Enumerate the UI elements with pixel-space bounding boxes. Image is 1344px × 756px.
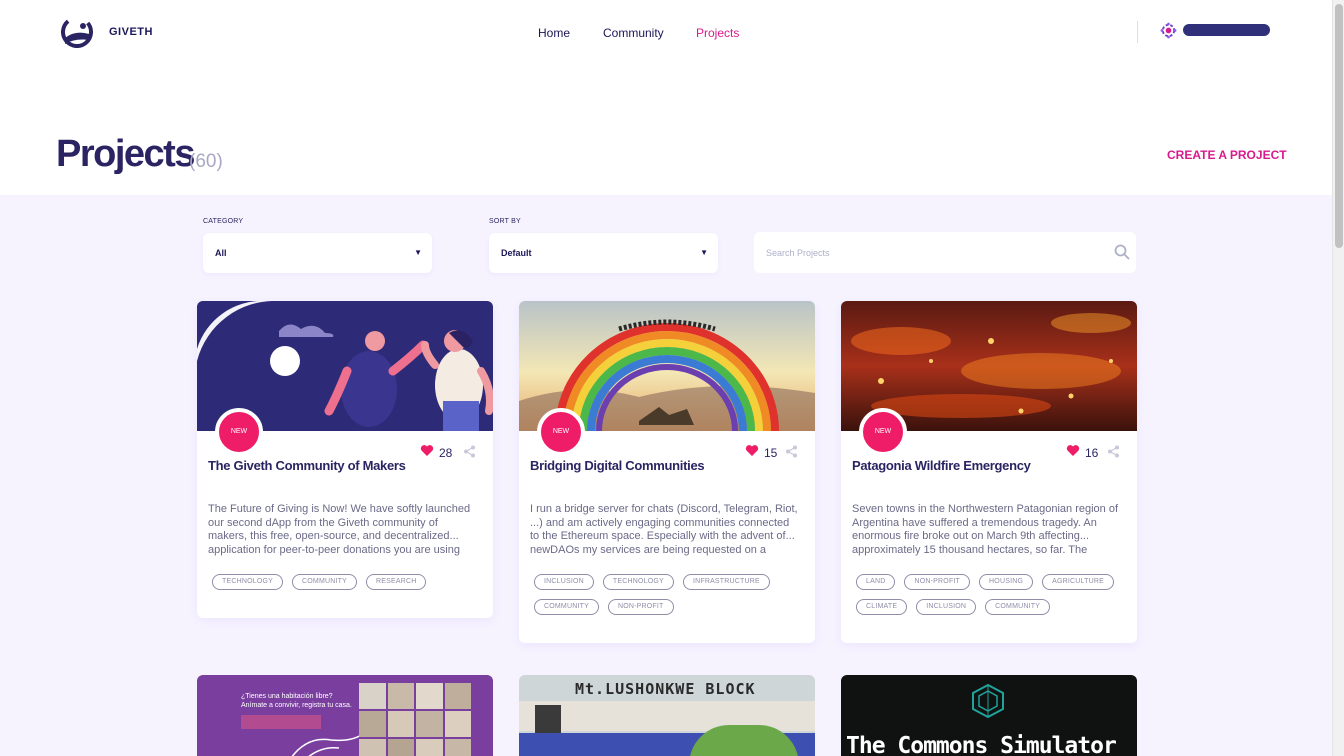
project-image-text: ¿Tienes una habitación libre? xyxy=(241,693,333,700)
building-sign: Mt.LUSHONKWE BLOCK xyxy=(575,680,756,698)
new-badge: NEW xyxy=(215,408,263,456)
project-title[interactable]: The Giveth Community of Makers xyxy=(208,458,406,473)
tag[interactable]: HOUSING xyxy=(979,574,1034,590)
cube-logo-icon xyxy=(972,683,1004,719)
category-label: CATEGORY xyxy=(203,218,244,225)
nav-community[interactable]: Community xyxy=(603,26,664,40)
project-card[interactable]: NEW 15 Bridging Digital Communities I ru… xyxy=(519,301,815,643)
share-icon[interactable] xyxy=(463,445,476,458)
tag[interactable]: NON-PROFIT xyxy=(607,599,674,615)
search-input[interactable] xyxy=(754,232,1136,273)
caret-down-icon: ▼ xyxy=(414,248,422,257)
tag[interactable]: NON-PROFIT xyxy=(904,574,971,590)
photo-grid xyxy=(359,683,471,756)
header-divider xyxy=(1137,21,1138,43)
project-card[interactable]: The Commons Simulator xyxy=(841,675,1137,756)
settings-icon[interactable] xyxy=(1160,22,1177,39)
tag[interactable]: COMMUNITY xyxy=(292,574,357,590)
project-card[interactable]: Mt.LUSHONKWE BLOCK xyxy=(519,675,815,756)
create-project-link[interactable]: CREATE A PROJECT xyxy=(1167,148,1287,162)
heart-icon[interactable] xyxy=(745,444,759,457)
tag[interactable]: AGRICULTURE xyxy=(1042,574,1114,590)
project-image-text: Anímate a convivir, registra tu casa. xyxy=(241,702,352,709)
sort-select[interactable]: Default ▼ xyxy=(489,233,718,273)
project-title[interactable]: Patagonia Wildfire Emergency xyxy=(852,458,1031,473)
tag[interactable]: TECHNOLOGY xyxy=(212,574,284,590)
tag-list: INCLUSION TECHNOLOGY INFRASTRUCTURE COMM… xyxy=(534,574,804,615)
like-count: 15 xyxy=(764,446,778,460)
tag[interactable]: CLIMATE xyxy=(856,599,908,615)
project-card[interactable]: NEW 28 The Giveth Community of Makers Th… xyxy=(197,301,493,618)
tag[interactable]: LAND xyxy=(856,574,896,590)
nav-home[interactable]: Home xyxy=(538,26,570,40)
share-icon[interactable] xyxy=(1107,445,1120,458)
project-card[interactable]: ¿Tienes una habitación libre? Anímate a … xyxy=(197,675,493,756)
tag[interactable]: INCLUSION xyxy=(534,574,594,590)
header: GIVETH Home Community Projects Projects … xyxy=(0,0,1332,195)
sort-value: Default xyxy=(501,248,532,258)
heart-icon[interactable] xyxy=(420,444,434,457)
page-title: Projects xyxy=(56,133,195,175)
tag[interactable]: COMMUNITY xyxy=(534,599,599,615)
page-scrollbar[interactable] xyxy=(1332,0,1344,756)
tag-list: LAND NON-PROFIT HOUSING AGRICULTURE CLIM… xyxy=(856,574,1126,615)
like-count: 28 xyxy=(439,446,453,460)
caret-down-icon: ▼ xyxy=(700,248,708,257)
tag[interactable]: INCLUSION xyxy=(916,599,977,615)
project-description: Seven towns in the Northwestern Patagoni… xyxy=(852,503,1118,556)
tag[interactable]: RESEARCH xyxy=(365,574,427,590)
project-image-title: The Commons Simulator xyxy=(846,733,1117,756)
tag[interactable]: TECHNOLOGY xyxy=(602,574,674,590)
project-card[interactable]: NEW 16 Patagonia Wildfire Emergency Seve… xyxy=(841,301,1137,643)
wallet-address-button[interactable] xyxy=(1183,24,1270,36)
project-image-box xyxy=(241,715,321,729)
giveth-logo-icon[interactable] xyxy=(61,16,93,48)
tag[interactable]: INFRASTRUCTURE xyxy=(682,574,770,590)
heart-icon[interactable] xyxy=(1066,444,1080,457)
share-icon[interactable] xyxy=(785,445,798,458)
brand-name[interactable]: GIVETH xyxy=(109,26,153,38)
category-value: All xyxy=(215,248,227,258)
tag-list: TECHNOLOGY COMMUNITY RESEARCH xyxy=(212,574,482,590)
category-select[interactable]: All ▼ xyxy=(203,233,432,273)
project-title[interactable]: Bridging Digital Communities xyxy=(530,458,705,473)
hand-illustration xyxy=(291,733,364,756)
scrollbar-thumb[interactable] xyxy=(1335,4,1343,248)
new-badge: NEW xyxy=(537,408,585,456)
sort-label: SORT BY xyxy=(489,218,521,225)
search-icon[interactable] xyxy=(1114,244,1130,260)
new-badge: NEW xyxy=(859,408,907,456)
tag[interactable]: COMMUNITY xyxy=(985,599,1051,615)
project-count: (60) xyxy=(189,151,223,172)
project-description: The Future of Giving is Now! We have sof… xyxy=(208,503,471,556)
like-count: 16 xyxy=(1085,446,1099,460)
project-description: I run a bridge server for chats (Discord… xyxy=(530,503,798,556)
nav-projects[interactable]: Projects xyxy=(696,26,739,40)
